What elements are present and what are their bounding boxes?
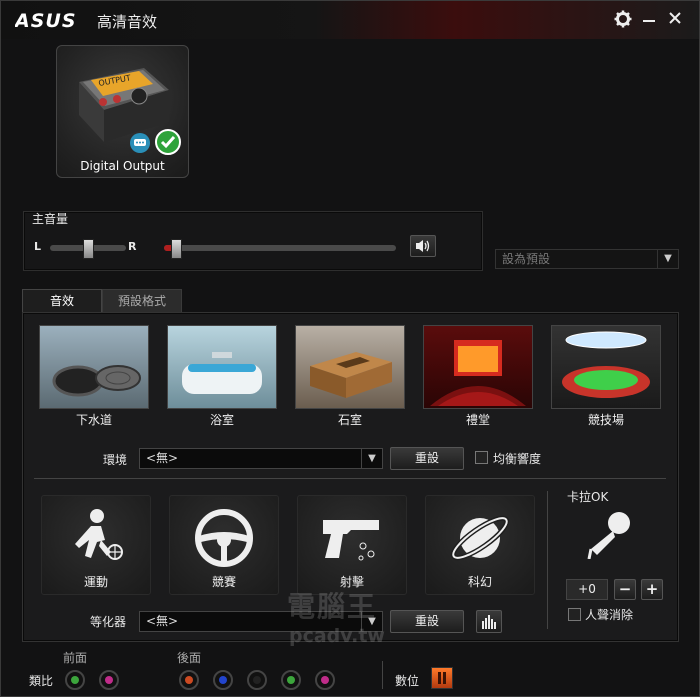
front-jack-1[interactable] [65,670,85,690]
vocal-cancel-label: 人聲消除 [585,608,634,622]
jack-color-dot [105,676,113,684]
chevron-down-icon: ▼ [657,250,678,268]
tab-effects[interactable]: 音效 [22,289,102,312]
section-divider [34,478,666,479]
rear-label: 後面 [177,651,202,665]
preset-racing[interactable]: 競賽 [169,495,279,595]
optical-jack-icon [438,672,446,684]
rear-jack-3[interactable] [247,670,267,690]
gear-icon[interactable] [613,10,633,30]
analog-label: 類比 [29,674,54,688]
jack-color-dot [253,676,261,684]
device-label: Digital Output [80,159,165,173]
environment-dropdown-value: <無> [146,451,179,465]
rear-jack-4[interactable] [281,670,301,690]
karaoke-divider [547,491,548,629]
sewer-image [39,325,149,409]
equalizer-dropdown-value: <無> [146,614,179,628]
karaoke-value[interactable]: +0 [566,579,608,600]
environment-sewer[interactable]: 下水道 [39,325,149,428]
karaoke-minus-button[interactable]: − [614,579,636,600]
jack-color-dot [287,676,295,684]
volume-slider[interactable] [164,245,396,251]
asus-logo: ASUS [13,10,87,34]
title-bar: ASUS 高清音效 [1,1,699,39]
volume-slider-thumb[interactable] [171,239,183,259]
bottom-divider [382,661,383,689]
balance-left-label: L [34,240,42,253]
planet-icon [450,515,510,561]
preset-sci-fi[interactable]: 科幻 [425,495,535,595]
preset-label: 科幻 [467,575,492,589]
environment-label: 競技場 [587,413,624,427]
asus-logo-icon: ASUS [13,10,77,32]
bathroom-image [167,325,277,409]
svg-text:ASUS: ASUS [15,11,77,29]
environment-stone-room[interactable]: 石室 [295,325,405,428]
close-icon[interactable] [665,10,685,30]
mute-button[interactable] [410,235,436,257]
preset-label: 競賽 [211,575,236,589]
pistol-icon [323,520,379,561]
karaoke-plus-button[interactable]: + [641,579,663,600]
master-volume-panel: 主音量 L R [23,211,483,271]
chevron-down-icon: ▼ [361,449,382,468]
rear-jack-5[interactable] [315,670,335,690]
check-icon [155,129,181,155]
set-default-dropdown[interactable]: 設為預設 ▼ [495,249,679,269]
equalizer-settings-button[interactable] [476,610,502,633]
app-window: ASUS 高清音效 OUTPUT Digital Output 主音量 L R … [0,0,700,697]
equalizer-label: 等化器 [90,615,127,629]
preset-label: 運動 [83,575,108,589]
rear-jack-1[interactable] [179,670,199,690]
app-title: 高清音效 [97,13,158,31]
steering-wheel-icon [195,509,253,567]
minimize-icon[interactable] [639,10,659,30]
jack-color-dot [185,676,193,684]
environment-bathroom[interactable]: 浴室 [167,325,277,428]
environment-label: 下水道 [75,413,112,427]
arena-image [551,325,661,409]
karaoke-title: 卡拉OK [567,490,609,504]
master-volume-title: 主音量 [32,212,69,226]
balance-slider-thumb[interactable] [83,239,94,259]
balance-right-label: R [128,240,137,253]
environment-arena[interactable]: 競技場 [551,325,661,428]
preset-shooting[interactable]: 射擊 [297,495,407,595]
digital-output-jack[interactable] [431,667,453,689]
environment-label: 石室 [337,413,362,427]
set-default-label: 設為預設 [502,252,551,266]
jack-color-dot [71,676,79,684]
tab-default-format[interactable]: 預設格式 [102,289,182,312]
equalizer-reset-button[interactable]: 重設 [390,610,464,633]
speaker-icon [416,240,430,252]
front-label: 前面 [63,651,88,665]
preset-sports[interactable]: 運動 [41,495,151,595]
device-digital-output[interactable]: OUTPUT Digital Output [56,45,189,178]
environment-label-text: 環境 [103,453,128,467]
environment-dropdown[interactable]: <無> ▼ [139,448,383,469]
rear-jack-2[interactable] [213,670,233,690]
chat-bubble-icon [130,133,150,153]
environment-reset-button[interactable]: 重設 [390,447,464,470]
vocal-cancel-checkbox[interactable] [568,608,581,621]
environment-auditorium[interactable]: 禮堂 [423,325,533,428]
jack-color-dot [219,676,227,684]
digital-label: 數位 [395,674,420,688]
environment-label: 禮堂 [465,413,490,427]
runner-icon [75,509,123,560]
auditorium-image [423,325,533,409]
watermark-title: 電腦王 [287,590,378,623]
microphone-icon [587,512,630,559]
loudness-checkbox[interactable] [475,451,488,464]
loudness-label: 均衡響度 [493,452,542,466]
stone-room-image [295,325,405,409]
equalizer-bars-icon [482,615,496,629]
jack-color-dot [321,676,329,684]
environment-label: 浴室 [209,413,234,427]
watermark-url: pcadv.tw [289,625,385,647]
front-jack-2[interactable] [99,670,119,690]
